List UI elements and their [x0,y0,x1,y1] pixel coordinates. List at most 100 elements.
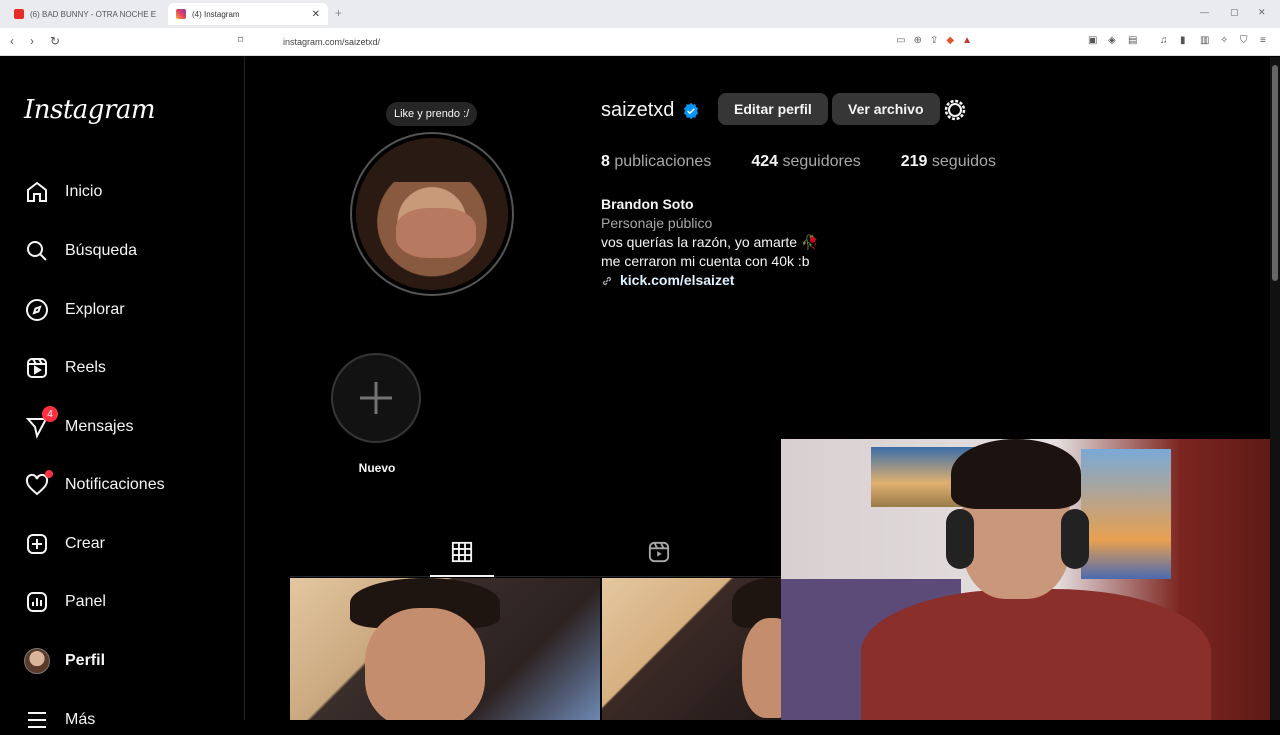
sidebar-item-explorar[interactable]: Explorar [24,295,125,325]
following-stat[interactable]: 219 seguidos [901,153,996,171]
brave-shield-icon[interactable]: ◆ [946,35,954,46]
new-highlight-ring [331,353,421,443]
notification-dot [45,470,53,478]
url-field[interactable]: instagram.com/saizetxd/ ▭ ⊕ ⇪ ◆ ▲ [258,32,978,52]
tab-label: (4) Instagram [192,9,240,19]
sidebar-item-label: Inicio [65,183,103,200]
verified-icon [684,102,699,119]
settings-gear-icon[interactable] [943,98,967,122]
browser-tab-instagram[interactable]: (4) Instagram ✕ [168,3,328,25]
menu-icon [24,707,50,733]
brave-rewards-icon[interactable]: ▲ [962,35,972,46]
headphones-detail [1061,509,1089,569]
browser-tab-youtube[interactable]: (6) BAD BUNNY - OTRA NOCHE E [6,3,164,25]
following-label: seguidos [931,153,996,170]
url-tools: ▭ ⊕ ⇪ ◆ ▲ [896,35,972,46]
username-text: saizetxd [601,99,675,121]
extension-icon[interactable]: ▣ [1088,35,1097,46]
new-highlight[interactable]: Nuevo [331,353,423,475]
profile-stats: 8 publicaciones 424 seguidores 219 segui… [601,153,1036,171]
extension-icon[interactable]: ◈ [1108,35,1116,46]
sidebar-item-mensajes[interactable]: 4 Mensajes [24,406,134,442]
link-icon [602,276,612,285]
edit-profile-button[interactable]: Editar perfil [718,93,828,125]
sidebar-item-label: Crear [65,535,106,552]
close-tab-icon[interactable]: ✕ [312,9,320,20]
followers-stat[interactable]: 424 seguidores [751,153,860,171]
posts-stat[interactable]: 8 publicaciones [601,153,711,171]
photo-detail [951,439,1081,509]
url-text: instagram.com/saizetxd/ [283,37,381,47]
photo-detail [861,589,1211,720]
headphones-detail [946,509,974,569]
sidebar-item-label: Más [65,711,96,728]
reels-tab-icon[interactable] [648,541,670,563]
instagram-icon [176,9,186,19]
sidebar-item-mas[interactable]: Más [24,705,95,735]
maximize-icon[interactable]: ▢ [1230,7,1239,18]
webcam-overlay [781,439,1280,720]
bio-line-2: me cerraron mi cuenta con 40k :b [601,253,810,269]
profile-bio: Brandon Soto Personaje público vos querí… [601,195,818,290]
sidebar-item-reels[interactable]: Reels [24,353,106,383]
ai-icon[interactable]: ✧ [1220,35,1228,46]
vpn-icon[interactable]: ⛉ [1240,35,1248,46]
sidebar-item-label: Panel [65,593,106,610]
zoom-icon[interactable]: ⊕ [914,35,922,46]
reload-icon[interactable]: ↻ [50,34,60,48]
view-archive-button[interactable]: Ver archivo [832,93,940,125]
minimize-icon[interactable]: — [1200,7,1209,17]
profile-full-name: Brandon Soto [601,196,694,212]
followers-count: 424 [751,153,779,170]
scrollbar-thumb[interactable] [1272,65,1278,281]
avatar [24,648,50,674]
sidebar-item-busqueda[interactable]: Búsqueda [24,236,137,266]
page-scrollbar[interactable] [1270,57,1280,720]
photo-detail [1081,449,1171,579]
chart-icon [24,589,50,615]
post-thumbnail[interactable] [290,578,600,720]
sidebar-item-label: Notificaciones [65,476,165,493]
new-highlight-label: Nuevo [358,461,396,475]
profile-avatar [24,648,50,674]
sidebar-item-panel[interactable]: Panel [24,587,106,617]
menu-icon[interactable]: ≡ [1260,35,1266,46]
music-icon[interactable]: ♫ [1160,35,1168,46]
screen-icon[interactable]: ▭ [896,35,905,46]
plus-icon [360,382,392,414]
instagram-app: Instagram Inicio Búsqueda Explorar Reels [0,57,1280,728]
profile-picture[interactable] [350,132,514,296]
close-window-icon[interactable]: ✕ [1258,7,1266,18]
sidebar-item-crear[interactable]: Crear [24,529,105,559]
profile-category: Personaje público [601,215,713,231]
sidebar: Instagram Inicio Búsqueda Explorar Reels [0,57,245,728]
photo-detail [365,608,485,720]
extension-icon[interactable]: ▤ [1128,35,1137,46]
posts-grid-icon[interactable] [451,541,473,563]
profile-username: saizetxd [601,99,700,122]
profile-note[interactable]: Like y prendo :/ [386,102,478,126]
sidebar-item-label: Mensajes [65,418,134,435]
youtube-icon [14,9,24,19]
bookmark-icon[interactable]: ⌑ [238,35,243,46]
sidebar-item-notificaciones[interactable]: Notificaciones [24,470,165,500]
sidebar-item-label: Perfil [65,652,106,669]
instagram-logo[interactable]: Instagram [24,95,156,125]
posts-count: 8 [601,153,610,170]
sidebar-item-label: Reels [65,359,106,376]
sidebar-item-inicio[interactable]: Inicio [24,177,102,207]
reels-icon [24,355,50,381]
browser-address-bar: ‹ › ↻ ⌑ instagram.com/saizetxd/ ▭ ⊕ ⇪ ◆ … [0,28,1280,56]
new-tab-icon[interactable]: + [335,6,342,20]
bio-link[interactable]: kick.com/elsaizet [620,271,734,290]
back-icon[interactable]: ‹ [10,34,14,48]
sidebar-icon[interactable]: ▮ [1180,35,1186,46]
post-thumbnail[interactable] [602,578,781,720]
share-icon[interactable]: ⇪ [930,35,938,46]
sidebar-item-perfil[interactable]: Perfil [24,646,105,676]
home-icon [24,179,50,205]
tab-label: (6) BAD BUNNY - OTRA NOCHE E [30,9,156,19]
wallet-icon[interactable]: ▥ [1200,35,1209,46]
sidebar-item-label: Búsqueda [65,242,138,259]
forward-icon[interactable]: › [30,34,34,48]
